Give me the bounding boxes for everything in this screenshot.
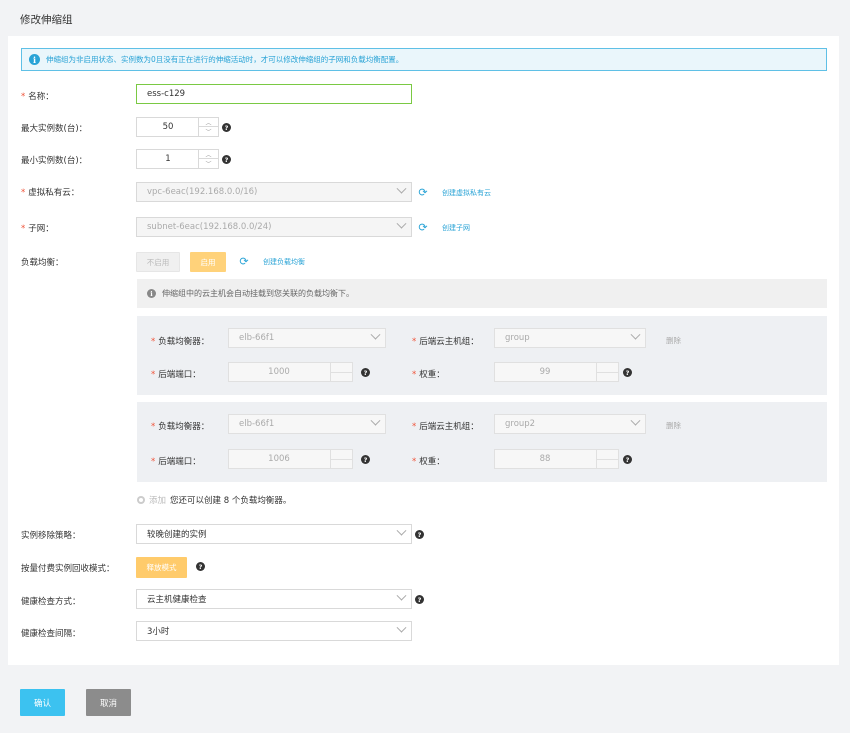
min-instances-stepper[interactable]: 1 ︿ ﹀ (136, 149, 219, 169)
lb-select: elb-66f1 (228, 414, 386, 434)
add-lb-hint: 您还可以创建 8 个负载均衡器。 (170, 496, 292, 506)
chevron-down-icon (630, 329, 641, 340)
lb-disable-button[interactable]: 不启用 (136, 252, 180, 272)
help-icon[interactable]: ? (415, 595, 424, 604)
load-balance-label: 负载均衡： (21, 258, 64, 268)
chevron-down-icon (396, 590, 407, 601)
lb-enable-button[interactable]: 启用 (190, 252, 226, 272)
chevron-down-icon (370, 329, 381, 340)
max-instances-value: 50 (162, 122, 174, 132)
help-icon[interactable]: ? (361, 368, 370, 377)
info-message: 伸缩组为非启用状态、实例数为0且没有正在进行的伸缩活动时，才可以修改伸缩组的子网… (46, 55, 404, 64)
health-interval-select[interactable]: 3小时 (136, 621, 412, 641)
port-stepper-buttons (330, 450, 352, 468)
subnet-label: * 子网： (21, 224, 54, 234)
decrement-button[interactable]: ﹀ (199, 127, 218, 136)
max-instances-label: 最大实例数(台)： (21, 124, 88, 134)
add-circle-icon[interactable] (137, 496, 145, 504)
subnet-value: subnet-6eac(192.168.0.0/24) (147, 222, 272, 232)
weight-stepper-buttons (596, 363, 618, 381)
lb-select-value: elb-66f1 (239, 333, 275, 343)
create-lb-link[interactable]: 创建负载均衡 (263, 257, 305, 267)
delete-lb-button[interactable]: 删除 (666, 335, 681, 346)
release-mode-button[interactable]: 释放模式 (136, 557, 187, 578)
info-icon: i (147, 289, 156, 298)
subnet-select: subnet-6eac(192.168.0.0/24) (136, 217, 412, 237)
weight-stepper-buttons (596, 450, 618, 468)
backend-group-label: * 后端云主机组： (412, 337, 479, 347)
backend-port-input: 1006 (228, 449, 353, 469)
backend-group-label: * 后端云主机组： (412, 422, 479, 432)
chevron-down-icon (396, 525, 407, 536)
vpc-value: vpc-6eac(192.168.0.0/16) (147, 187, 258, 197)
confirm-button[interactable]: 确认 (20, 689, 65, 716)
backend-port-label: * 后端端口： (151, 457, 201, 467)
add-lb-row: 添加 您还可以创建 8 个负载均衡器。 (137, 494, 291, 506)
backend-group-value: group2 (505, 419, 536, 429)
port-stepper-buttons (330, 363, 352, 381)
chevron-down-icon (396, 218, 407, 229)
name-input[interactable]: ess-c129 (136, 84, 412, 104)
name-label: * 名称： (21, 92, 54, 102)
create-vpc-link[interactable]: 创建虚拟私有云 (442, 188, 491, 198)
help-icon[interactable]: ? (623, 368, 632, 377)
create-subnet-link[interactable]: 创建子网 (442, 223, 470, 233)
min-instances-label: 最小实例数(台)： (21, 156, 88, 166)
refresh-icon[interactable]: ⟳ (238, 255, 250, 268)
health-interval-label: 健康检查间隔： (21, 629, 81, 639)
info-icon: i (29, 54, 40, 65)
page-title: 修改伸缩组 (20, 14, 73, 26)
chevron-down-icon (630, 415, 641, 426)
removal-policy-label: 实例移除策略： (21, 531, 81, 541)
backend-port-value: 1000 (268, 367, 290, 377)
backend-group-select: group (494, 328, 646, 348)
help-icon[interactable]: ? (196, 562, 205, 571)
backend-port-label: * 后端端口： (151, 370, 201, 380)
backend-port-input: 1000 (228, 362, 353, 382)
backend-group-select: group2 (494, 414, 646, 434)
refresh-icon[interactable]: ⟳ (417, 221, 429, 234)
help-icon[interactable]: ? (415, 530, 424, 539)
weight-value: 99 (539, 367, 551, 377)
removal-policy-select[interactable]: 较晚创建的实例 (136, 524, 412, 544)
chevron-down-icon (396, 183, 407, 194)
health-check-value: 云主机健康检查 (147, 595, 207, 605)
chevron-down-icon (370, 415, 381, 426)
increment-button[interactable]: ︿ (199, 118, 218, 127)
weight-label: * 权重： (412, 457, 445, 467)
lb-note-text: 伸缩组中的云主机会自动挂载到您关联的负载均衡下。 (162, 289, 354, 298)
health-interval-value: 3小时 (147, 627, 170, 637)
lb-select-value: elb-66f1 (239, 419, 275, 429)
removal-policy-value: 较晚创建的实例 (147, 530, 207, 540)
add-lb-button[interactable]: 添加 (149, 494, 166, 506)
increment-button[interactable]: ︿ (199, 150, 218, 159)
max-instances-stepper[interactable]: 50 ︿ ﹀ (136, 117, 219, 137)
lb-select: elb-66f1 (228, 328, 386, 348)
help-icon[interactable]: ? (623, 455, 632, 464)
health-check-select[interactable]: 云主机健康检查 (136, 589, 412, 609)
help-icon[interactable]: ? (222, 123, 231, 132)
weight-label: * 权重： (412, 370, 445, 380)
lb-selector-label: * 负载均衡器： (151, 337, 210, 347)
backend-port-value: 1006 (268, 454, 290, 464)
weight-value: 88 (539, 454, 551, 464)
min-instances-value: 1 (165, 154, 171, 164)
help-icon[interactable]: ? (222, 155, 231, 164)
weight-input: 88 (494, 449, 619, 469)
recycle-mode-label: 按量付费实例回收模式： (21, 564, 115, 574)
chevron-down-icon (396, 622, 407, 633)
backend-group-value: group (505, 333, 530, 343)
refresh-icon[interactable]: ⟳ (417, 186, 429, 199)
health-check-label: 健康检查方式： (21, 597, 81, 607)
cancel-button[interactable]: 取消 (86, 689, 131, 716)
info-banner: i 伸缩组为非启用状态、实例数为0且没有正在进行的伸缩活动时，才可以修改伸缩组的… (21, 48, 827, 71)
delete-lb-button[interactable]: 删除 (666, 420, 681, 431)
help-icon[interactable]: ? (361, 455, 370, 464)
decrement-button[interactable]: ﹀ (199, 159, 218, 168)
lb-selector-label: * 负载均衡器： (151, 422, 210, 432)
vpc-select: vpc-6eac(192.168.0.0/16) (136, 182, 412, 202)
lb-note: i 伸缩组中的云主机会自动挂载到您关联的负载均衡下。 (137, 279, 827, 308)
weight-input: 99 (494, 362, 619, 382)
vpc-label: * 虚拟私有云： (21, 188, 80, 198)
